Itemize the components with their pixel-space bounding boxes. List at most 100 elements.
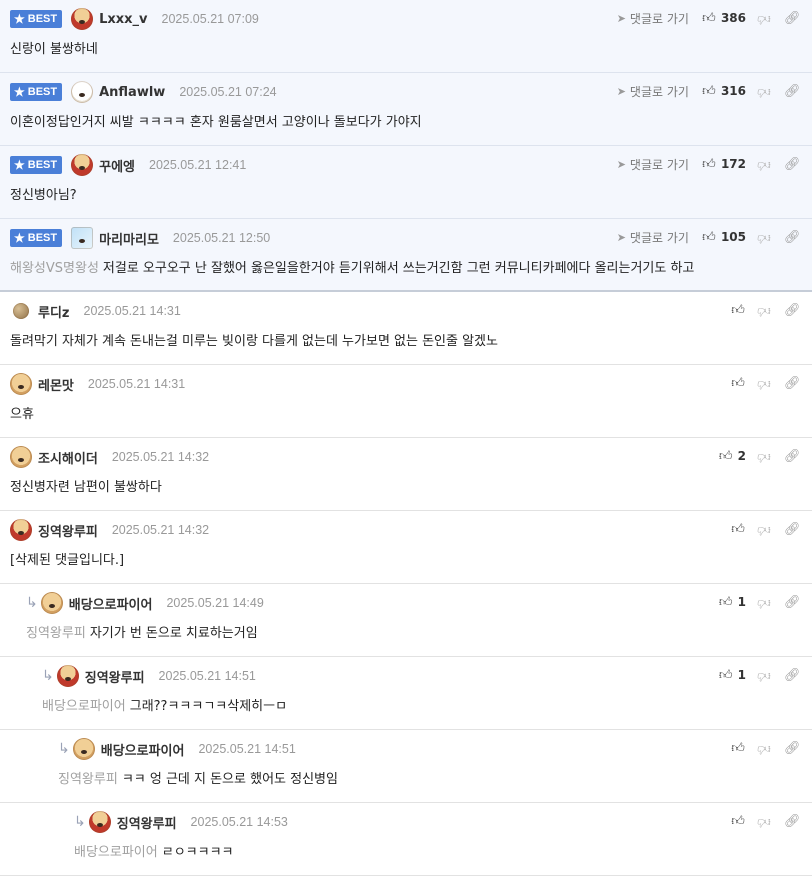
author-nickname[interactable]: Lxxx_v	[99, 12, 147, 27]
goto-comment-link[interactable]: ➤ 댓글로 가기	[617, 229, 689, 246]
author-nickname[interactable]: 징역왕루피	[38, 521, 98, 540]
author-nickname[interactable]: 배당으로파이어	[69, 594, 153, 613]
link-icon[interactable]: 🔗︎	[784, 303, 801, 318]
comment-date: 2025.05.21 12:41	[149, 158, 247, 172]
link-icon[interactable]: 🔗︎	[784, 84, 801, 99]
avatar[interactable]	[40, 592, 63, 614]
link-icon[interactable]: 🔗︎	[784, 11, 801, 26]
avatar[interactable]	[10, 373, 32, 395]
reply-mention[interactable]: 해왕성VS명왕성	[10, 261, 99, 276]
reply-mention[interactable]: 징역왕루피	[26, 626, 86, 641]
comment-date: 2025.05.21 14:32	[111, 523, 210, 537]
thumbs-down-icon[interactable]: 👍︎	[756, 230, 772, 245]
author-nickname[interactable]: 징역왕루피	[117, 813, 177, 832]
link-icon[interactable]: 🔗︎	[784, 376, 801, 391]
author-nickname[interactable]: 루디z	[38, 302, 70, 321]
thumbs-up-icon[interactable]: 👍︎	[730, 814, 746, 829]
comment-body: 정신병자련 남편이 불쌍하다	[10, 476, 162, 495]
comment-date: 2025.05.21 14:51	[158, 669, 256, 683]
thumbs-up-icon[interactable]: 👍︎	[718, 449, 734, 464]
comment-date: 2025.05.21 14:32	[111, 450, 210, 464]
avatar[interactable]	[71, 81, 94, 103]
comment-header: 루디z 2025.05.21 14:31	[10, 300, 181, 322]
comment-body: 이혼이정답인거지 씨발 ㅋㅋㅋㅋ 혼자 원룸살면서 고양이나 돌보다가 가야지	[10, 111, 422, 130]
comment-header: ↳ 징역왕루피 2025.05.21 14:51	[42, 665, 256, 687]
avatar[interactable]	[10, 446, 32, 468]
thumbs-down-icon[interactable]: 👍︎	[756, 84, 772, 99]
comment-header: 조시해이더 2025.05.21 14:32	[10, 446, 209, 468]
author-nickname[interactable]: 마리마리모	[99, 229, 159, 248]
link-icon[interactable]: 🔗︎	[784, 595, 801, 610]
goto-comment-link[interactable]: ➤ 댓글로 가기	[617, 156, 689, 173]
avatar[interactable]	[71, 227, 94, 249]
avatar[interactable]	[10, 519, 32, 541]
avatar[interactable]	[88, 811, 111, 833]
thumbs-down-icon[interactable]: 👍︎	[756, 449, 772, 464]
thumbs-up-icon[interactable]: 👍︎	[718, 595, 734, 610]
thumbs-down-icon[interactable]: 👍︎	[756, 157, 772, 172]
goto-comment-link[interactable]: ➤ 댓글로 가기	[617, 83, 689, 100]
thumbs-down-icon[interactable]: 👍︎	[756, 814, 772, 829]
comment-header: ↳ 징역왕루피 2025.05.21 14:53	[74, 811, 288, 833]
like-count: 1	[737, 595, 746, 609]
star-icon: ★	[14, 231, 25, 245]
thumbs-up-icon[interactable]: 👍︎	[730, 741, 746, 756]
link-icon[interactable]: 🔗︎	[784, 522, 801, 537]
comment-body: 해왕성VS명왕성 저걸로 오구오구 난 잘했어 옳은일을한거야 듣기위해서 쓰는거…	[10, 257, 694, 276]
best-comment: ★ BEST Lxxx_v 2025.05.21 07:09 ➤ 댓글로 가기 👍︎ 386 👍…	[0, 0, 812, 73]
thumbs-down-icon[interactable]: 👍︎	[756, 11, 772, 26]
link-icon[interactable]: 🔗︎	[784, 230, 801, 245]
author-nickname[interactable]: 조시해이더	[38, 448, 98, 467]
thumbs-down-icon[interactable]: 👍︎	[756, 595, 772, 610]
link-icon[interactable]: 🔗︎	[784, 741, 801, 756]
best-label: BEST	[27, 86, 58, 98]
reply-mention[interactable]: 배당으로파이어	[42, 699, 126, 714]
author-nickname[interactable]: 꾸에엥	[99, 156, 135, 175]
reply-mention[interactable]: 징역왕루피	[58, 772, 118, 787]
thumbs-up-icon[interactable]: 👍︎	[730, 522, 746, 537]
comment-actions: ➤ 댓글로 가기 👍︎ 105 👍︎ 🔗︎	[617, 227, 801, 247]
author-nickname[interactable]: Anflawlw	[99, 85, 165, 100]
comment-actions: ➤ 댓글로 가기 👍︎ 316 👍︎ 🔗︎	[617, 81, 801, 101]
comment-body: 돌려막기 자체가 계속 돈내는걸 미루는 빚이랑 다를게 없는데 누가보면 없는…	[10, 330, 498, 349]
thumbs-up-icon[interactable]: 👍︎	[730, 303, 746, 318]
comment-date: 2025.05.21 14:31	[87, 377, 186, 391]
goto-comment-label: 댓글로 가기	[629, 11, 689, 26]
thumbs-up-icon[interactable]: 👍︎	[701, 157, 717, 172]
comment-header: 레몬맛 2025.05.21 14:31	[10, 373, 185, 395]
author-nickname[interactable]: 레몬맛	[38, 375, 74, 394]
avatar[interactable]	[71, 154, 94, 176]
thumbs-up-icon[interactable]: 👍︎	[701, 230, 717, 245]
author-nickname[interactable]: 징역왕루피	[85, 667, 145, 686]
comment-text: 이혼이정답인거지 씨발 ㅋㅋㅋㅋ 혼자 원룸살면서 고양이나 돌보다가 가야지	[10, 115, 422, 130]
thumbs-down-icon[interactable]: 👍︎	[756, 376, 772, 391]
reply-mention[interactable]: 배당으로파이어	[74, 845, 158, 860]
thumbs-down-icon[interactable]: 👍︎	[756, 303, 772, 318]
link-icon[interactable]: 🔗︎	[784, 668, 801, 683]
link-icon[interactable]: 🔗︎	[784, 157, 801, 172]
goto-comment-link[interactable]: ➤ 댓글로 가기	[617, 10, 689, 27]
star-icon: ★	[14, 158, 25, 172]
comment-text: 자기가 번 돈으로 치료하는거임	[89, 626, 258, 641]
avatar[interactable]	[13, 303, 29, 319]
author-nickname[interactable]: 배당으로파이어	[101, 740, 185, 759]
comment-text: 신랑이 불쌍하네	[10, 42, 98, 57]
thumbs-down-icon[interactable]: 👍︎	[756, 522, 772, 537]
thumbs-up-icon[interactable]: 👍︎	[701, 11, 717, 26]
link-icon[interactable]: 🔗︎	[784, 814, 801, 829]
avatar[interactable]	[72, 738, 95, 760]
thumbs-up-icon[interactable]: 👍︎	[718, 668, 734, 683]
avatar[interactable]	[56, 665, 79, 687]
link-icon[interactable]: 🔗︎	[784, 449, 801, 464]
comment-body: 징역왕루피 자기가 번 돈으로 치료하는거임	[26, 622, 258, 641]
comment-text: ㅋㅋ 엉 근데 지 돈으로 했어도 정신병임	[121, 772, 338, 787]
comment-actions: ➤ 댓글로 가기 👍︎ 172 👍︎ 🔗︎	[617, 154, 801, 174]
comment: 루디z 2025.05.21 14:31 👍︎ 👍︎ 🔗︎ 돌려막기 자체가 계속 돈내는…	[0, 292, 812, 365]
avatar[interactable]	[71, 8, 94, 30]
thumbs-up-icon[interactable]: 👍︎	[730, 376, 746, 391]
best-comment: ★ BEST 꾸에엥 2025.05.21 12:41 ➤ 댓글로 가기 👍︎ 172 👍︎ 🔗︎…	[0, 146, 812, 219]
thumbs-down-icon[interactable]: 👍︎	[756, 668, 772, 683]
thumbs-down-icon[interactable]: 👍︎	[756, 741, 772, 756]
comment-body: 배당으로파이어 ㄹㅇㅋㅋㅋㅋ	[74, 841, 234, 860]
thumbs-up-icon[interactable]: 👍︎	[701, 84, 717, 99]
